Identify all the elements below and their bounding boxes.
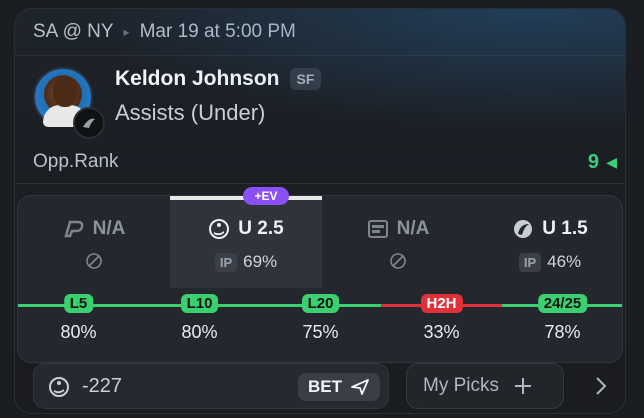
hit-rate-h2h[interactable]: H2H 33%: [381, 292, 502, 362]
ip-badge: IP: [214, 252, 238, 272]
divider: [15, 183, 625, 184]
chevron-right-icon: ▸: [123, 25, 130, 39]
book-value: U 1.5: [542, 218, 588, 239]
book-option-2[interactable]: U 2.5 IP 69%: [170, 196, 322, 288]
market-label: Assists (Under): [115, 100, 266, 125]
opp-rank-label: Opp.Rank: [33, 151, 119, 172]
game-datetime: Mar 19 at 5:00 PM: [139, 21, 296, 42]
hit-rate-value: 80%: [181, 322, 218, 342]
book-value: N/A: [92, 218, 126, 239]
action-bar: -227 BET My Picks: [33, 363, 625, 411]
player-text: Keldon Johnson SF Assists (Under): [115, 67, 322, 126]
hit-rate-l10[interactable]: L10 80%: [139, 292, 260, 362]
book-value: U 2.5: [238, 218, 284, 239]
my-picks-button[interactable]: My Picks: [406, 363, 564, 409]
position-badge: SF: [289, 68, 322, 90]
book-1-icon: [63, 220, 84, 238]
hit-rate-value: 33%: [423, 322, 460, 342]
opp-rank-row[interactable]: Opp.Rank 9 ◀: [15, 141, 625, 181]
hit-rate-season[interactable]: 24/25 78%: [502, 292, 622, 362]
unavailable-icon: [86, 253, 102, 269]
book-3-icon: [367, 220, 388, 238]
next-button[interactable]: [581, 363, 621, 409]
book-option-1[interactable]: N/A: [18, 196, 170, 288]
chevron-right-icon: [596, 377, 607, 395]
bet-button-label: BET: [308, 377, 342, 396]
hit-rate-strip: L5 80% L10 80% L20 75% H2H 33% 24/25 78%: [18, 292, 622, 362]
send-icon: [351, 379, 369, 395]
matchup: SA @ NY: [33, 21, 114, 42]
divider: [15, 55, 625, 56]
ip-value: 69%: [243, 252, 278, 271]
avatar: [33, 67, 105, 139]
ip-value: 46%: [547, 252, 582, 271]
book-value: N/A: [396, 218, 430, 239]
prop-card: SA @ NY ▸ Mar 19 at 5:00 PM Keldon Johns…: [14, 8, 626, 414]
hit-rate-value: 80%: [60, 322, 97, 342]
hit-rate-l5[interactable]: L5 80%: [18, 292, 139, 362]
bet-odds-box[interactable]: -227 BET: [33, 363, 389, 409]
book-option-4[interactable]: U 1.5 IP 46%: [474, 196, 622, 288]
book-2-icon: [49, 377, 69, 397]
hit-rate-label: L5: [63, 294, 94, 313]
hit-rate-value: 75%: [302, 322, 339, 342]
odds-value: -227: [82, 375, 123, 397]
player-name: Keldon Johnson: [115, 67, 280, 90]
hit-rate-label: L20: [301, 294, 340, 313]
head-shape: [53, 77, 77, 107]
ip-badge: IP: [518, 252, 542, 272]
book-4-icon: [514, 220, 533, 238]
bet-button[interactable]: BET: [298, 373, 380, 401]
ev-badge: +EV: [243, 187, 289, 205]
chevron-left-icon: ◀: [606, 154, 617, 170]
hit-rate-label: 24/25: [537, 294, 588, 313]
book-2-icon: [209, 219, 230, 239]
hit-rate-label: H2H: [420, 294, 463, 313]
hit-rate-l20[interactable]: L20 75%: [260, 292, 381, 362]
hit-rate-value: 78%: [544, 322, 581, 342]
unavailable-icon: [390, 253, 406, 269]
book-option-3[interactable]: N/A: [322, 196, 474, 288]
hit-rate-label: L10: [180, 294, 219, 313]
player-row[interactable]: Keldon Johnson SF Assists (Under): [33, 67, 322, 147]
game-header: SA @ NY ▸ Mar 19 at 5:00 PM: [15, 9, 625, 55]
my-picks-label: My Picks: [423, 375, 499, 396]
books-panel: N/A U 2.5 IP 69% N/A U 1.5 IP 46% L5 80%…: [17, 195, 623, 363]
team-logo-icon: [73, 107, 105, 139]
plus-icon: [515, 378, 531, 394]
opp-rank-value: 9: [587, 151, 599, 173]
